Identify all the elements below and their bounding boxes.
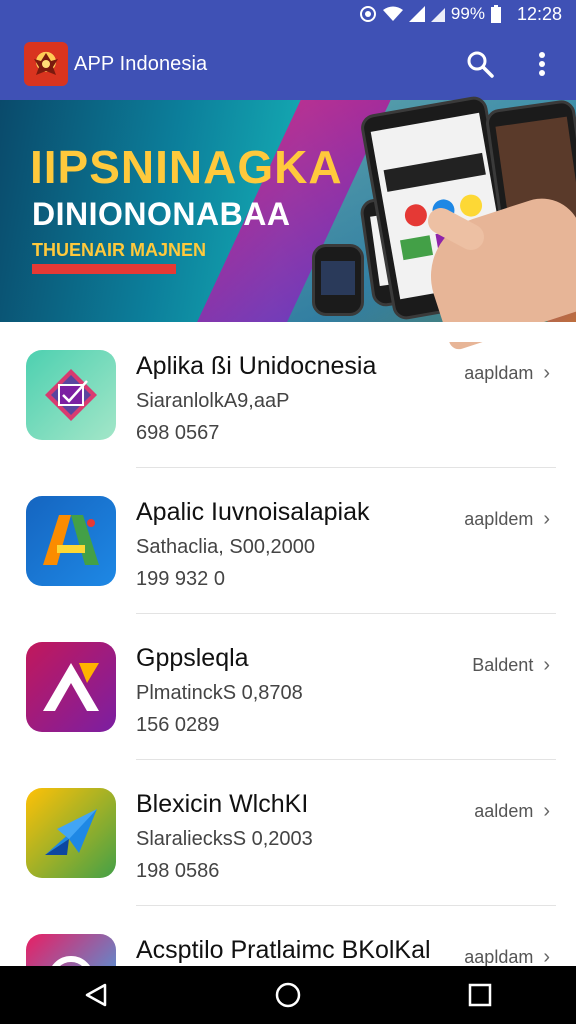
list-item[interactable]: Gppsleqla PlmatinckS 0,8708 156 0289 Bal… — [0, 614, 576, 760]
recents-square-icon — [468, 983, 492, 1007]
search-icon — [467, 51, 494, 78]
battery-icon — [490, 5, 501, 23]
system-nav-bar — [0, 966, 576, 1024]
clock: 12:28 — [516, 3, 562, 24]
recents-button[interactable] — [448, 966, 512, 1024]
app-name: Aplika ßi Unidocnesia — [136, 352, 377, 380]
signal-secondary-icon — [430, 6, 445, 22]
list-item[interactable]: Blexicin WlchKI SlaraliecksS 0,2003 198 … — [0, 760, 576, 906]
app-action-link[interactable]: aapldem › — [464, 508, 550, 531]
app-logo — [24, 42, 68, 86]
letter-a-icon — [43, 515, 99, 565]
app-icon-3 — [26, 642, 116, 732]
wifi-icon — [382, 6, 403, 22]
status-bar: 99% 12:28 — [0, 0, 576, 28]
signal-icon — [408, 6, 425, 22]
app-icon-4 — [26, 788, 116, 878]
sync-icon — [359, 5, 377, 23]
app-action-link[interactable]: Baldent › — [472, 654, 550, 677]
triangle-a-icon — [43, 663, 99, 711]
app-icon-1 — [26, 350, 116, 440]
chevron-right-icon: › — [543, 362, 550, 384]
chevron-right-icon: › — [543, 800, 550, 822]
app-title: APP Indonesia — [74, 52, 208, 75]
app-subtitle: SiaranlolkA9,aaP — [136, 390, 290, 412]
app-name: Blexicin WlchKI — [136, 790, 309, 818]
app-action-label: aapldem — [464, 509, 534, 529]
app-count: 698 0567 — [136, 422, 220, 444]
home-circle-icon — [275, 982, 301, 1008]
app-name: Acsptilo Pratlaimc BKolKal — [136, 936, 431, 964]
list-item[interactable]: Aplika ßi Unidocnesia SiaranlolkA9,aaP 6… — [0, 322, 576, 468]
more-vert-icon — [539, 52, 545, 76]
app-name: Apalic Iuvnoisalapiak — [136, 498, 370, 526]
app-action-label: aapldam — [464, 947, 534, 967]
back-button[interactable] — [64, 966, 128, 1024]
app-name: Gppsleqla — [136, 644, 249, 672]
home-button[interactable] — [256, 966, 320, 1024]
app-subtitle: Sathaclia, S00,2000 — [136, 536, 316, 558]
app-subtitle: SlaraliecksS 0,2003 — [136, 828, 313, 850]
banner-red-rule — [32, 264, 176, 274]
app-bar: APP Indonesia — [0, 28, 576, 100]
app-count: 198 0586 — [136, 860, 220, 882]
app-action-label: Baldent — [472, 655, 534, 675]
battery-percent: 99% — [450, 4, 485, 23]
app-action-link[interactable]: aaldem › — [474, 800, 550, 823]
chevron-right-icon: › — [543, 508, 550, 530]
banner-tagline: THUENAIR MAJNEN — [32, 240, 207, 260]
screen: 99% 12:28 APP Indonesia IIPSNINAGKA DINI… — [0, 0, 576, 1024]
paper-plane-icon — [45, 809, 97, 855]
back-triangle-icon — [85, 983, 107, 1007]
app-icon-2 — [26, 496, 116, 586]
overflow-menu-button[interactable] — [518, 40, 566, 88]
app-action-label: aapldam — [464, 363, 534, 383]
app-action-label: aaldem — [474, 801, 534, 821]
garuda-emblem-icon — [34, 53, 58, 75]
search-button[interactable] — [456, 40, 504, 88]
app-subtitle: PlmatinckS 0,8708 — [136, 682, 303, 704]
banner-subheadline: DINIONONABAA — [32, 196, 291, 232]
chevron-right-icon: › — [543, 654, 550, 676]
phone-illustration-small — [312, 244, 364, 316]
app-count: 199 932 0 — [136, 568, 225, 590]
check-square-icon — [45, 369, 97, 421]
banner-headline: IIPSNINAGKA — [30, 141, 343, 193]
list-item[interactable]: Apalic Iuvnoisalapiak Sathaclia, S00,200… — [0, 468, 576, 614]
app-list: Aplika ßi Unidocnesia SiaranlolkA9,aaP 6… — [0, 322, 576, 1024]
app-count: 156 0289 — [136, 714, 220, 736]
app-action-link[interactable]: aapldam › — [464, 362, 550, 385]
